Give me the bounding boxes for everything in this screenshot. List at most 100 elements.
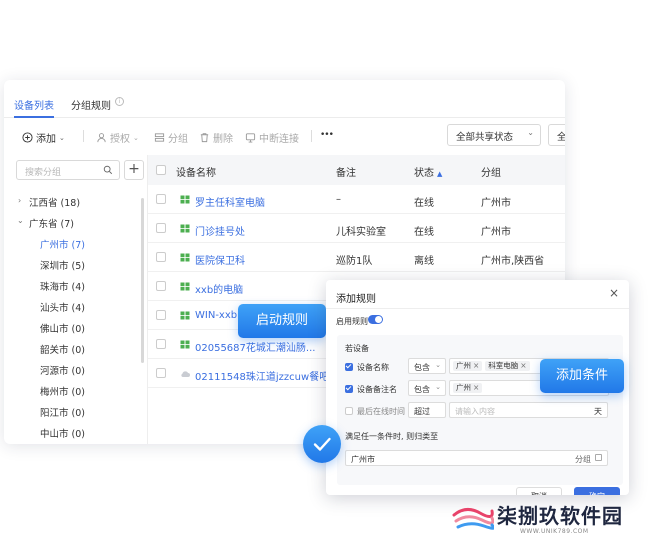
column-header-status[interactable]: 状态 ▲ <box>414 164 442 179</box>
sort-icon[interactable]: ▲ <box>437 170 442 178</box>
cancel-button[interactable]: 取消 <box>516 487 562 495</box>
more-button[interactable]: ••• <box>320 130 334 140</box>
table-row[interactable]: 医院保卫科 巡防1队 离线 广州市,陕西省 <box>148 243 565 272</box>
add-group-button[interactable]: + <box>124 160 144 180</box>
dialog-divider <box>326 308 629 309</box>
tab-group-rules[interactable]: 分组规则 <box>71 97 111 112</box>
group-icon <box>154 133 165 142</box>
watermark-logo-icon <box>452 508 494 530</box>
confirm-button[interactable]: 确定 <box>574 487 620 495</box>
extra-filter-value: 全 <box>557 132 565 143</box>
tag-remove-icon[interactable]: × <box>473 361 479 370</box>
device-name-link[interactable]: xxb的电脑 <box>195 281 243 296</box>
device-name-link[interactable]: 02111548珠江道jzzcuw餐吧 <box>195 368 329 383</box>
tree-item-city[interactable]: 汕头市 (4) <box>40 300 85 314</box>
tree-item-city[interactable]: 深圳市 (5) <box>40 258 85 272</box>
search-icon[interactable] <box>103 165 113 175</box>
device-name-link[interactable]: 门诊挂号处 <box>195 223 245 238</box>
extra-filter-select[interactable]: 全 <box>548 124 565 146</box>
tree-item-city[interactable]: 阳江市 (0) <box>40 405 85 419</box>
condition-value-input[interactable]: 请输入内容 天 <box>449 402 608 418</box>
info-icon[interactable]: i <box>115 97 124 106</box>
close-icon[interactable]: × <box>609 286 619 300</box>
row-checkbox[interactable] <box>156 281 166 291</box>
device-name-link[interactable]: 02055687花城汇潮汕肠... <box>195 339 315 354</box>
enable-rule-toggle[interactable] <box>368 315 383 324</box>
tag-remove-icon[interactable]: × <box>520 361 526 370</box>
condition-operator-value: 超过 <box>414 407 430 416</box>
authorize-button-label: 授权 <box>110 134 130 145</box>
device-remark: – <box>336 194 341 205</box>
target-group-select[interactable]: 广州市 分组 <box>345 450 608 466</box>
screenshot-stage: 设备列表 分组规则 i 添加 ⌄ 授权 ⌄ 分组 删除 中断连接 ••• 全部共… <box>0 0 650 543</box>
chevron-down-icon: ⌄ <box>435 383 441 391</box>
tag-label: 广州 <box>456 383 471 392</box>
column-header-name[interactable]: 设备名称 <box>176 164 216 179</box>
chevron-down-icon: ⌄ <box>527 128 534 137</box>
condition-checkbox[interactable] <box>345 407 353 415</box>
row-checkbox[interactable] <box>156 310 166 320</box>
tree-item-city[interactable]: 韶关市 (0) <box>40 342 85 356</box>
value-tag: 广州 × <box>453 383 483 393</box>
unit-label: 天 <box>594 407 602 416</box>
start-rule-callout: 启动规则 <box>238 304 326 338</box>
device-remark: 巡防1队 <box>336 256 373 267</box>
row-checkbox[interactable] <box>156 252 166 262</box>
delete-button[interactable]: 删除 <box>199 130 233 145</box>
row-checkbox[interactable] <box>156 339 166 349</box>
disconnect-button[interactable]: 中断连接 <box>245 130 299 145</box>
then-label: 满足任一条件时, 则归类至 <box>345 432 439 441</box>
add-button[interactable]: 添加 ⌄ <box>22 130 65 145</box>
share-status-select[interactable]: 全部共享状态 ⌄ <box>447 124 541 146</box>
column-header-status-label: 状态 <box>414 168 434 179</box>
device-status: 离线 <box>414 256 434 267</box>
table-row[interactable]: 门诊挂号处 儿科实验室 在线 广州市 <box>148 214 565 243</box>
tree-item-city[interactable]: 梅州市 (0) <box>40 384 85 398</box>
watermark-name: 柒捌玖软件园 <box>497 504 623 528</box>
tree-item-city[interactable]: 河源市 (0) <box>40 363 85 377</box>
condition-checkbox[interactable] <box>345 385 353 393</box>
condition-operator-select[interactable]: 超过 <box>408 402 446 418</box>
row-checkbox[interactable] <box>156 368 166 378</box>
row-checkbox[interactable] <box>156 223 166 233</box>
tab-device-list[interactable]: 设备列表 <box>14 97 54 112</box>
tree-item-city[interactable]: 佛山市 (0) <box>40 321 85 335</box>
device-remark: 儿科实验室 <box>336 227 386 238</box>
tree-item-jiangxi[interactable]: 江西省 (18) <box>29 195 80 209</box>
delete-button-label: 删除 <box>213 134 233 145</box>
chevron-right-icon[interactable]: › <box>18 196 21 205</box>
device-status: 在线 <box>414 198 434 209</box>
sidebar-scrollbar[interactable] <box>141 198 144 363</box>
device-name-link[interactable]: 罗主任科室电脑 <box>195 194 265 209</box>
column-header-group[interactable]: 分组 <box>481 164 501 179</box>
select-all-checkbox[interactable] <box>156 165 166 175</box>
device-name-link[interactable]: WIN-xxb <box>195 310 237 321</box>
tag-remove-icon[interactable]: × <box>473 383 479 392</box>
authorize-button[interactable]: 授权 ⌄ <box>96 130 139 145</box>
condition-operator-select[interactable]: 包含 ⌄ <box>408 358 446 374</box>
toolbar-divider <box>311 130 312 142</box>
chevron-down-icon: ⌄ <box>435 361 441 369</box>
group-button[interactable]: 分组 <box>154 130 188 145</box>
device-name-link[interactable]: 医院保卫科 <box>195 252 245 267</box>
group-button-label: 分组 <box>168 134 188 145</box>
table-row[interactable]: 罗主任科室电脑 – 在线 广州市 <box>148 185 565 214</box>
condition-operator-value: 包含 <box>414 385 430 394</box>
row-checkbox[interactable] <box>156 194 166 204</box>
column-header-remark[interactable]: 备注 <box>336 164 356 179</box>
value-tag: 广州 × <box>453 361 483 371</box>
condition-value-placeholder: 请输入内容 <box>455 407 495 416</box>
group-search-input[interactable]: 搜索分组 <box>16 160 120 180</box>
tree-item-city[interactable]: 珠海市 (4) <box>40 279 85 293</box>
chevron-down-icon: ⌄ <box>59 133 65 142</box>
windows-icon <box>180 340 190 349</box>
tree-item-city[interactable]: 中山市 (0) <box>40 426 85 440</box>
tree-item-city[interactable]: 广州市 (7) <box>40 237 85 251</box>
condition-checkbox[interactable] <box>345 363 353 371</box>
condition-operator-select[interactable]: 包含 ⌄ <box>408 380 446 396</box>
disconnect-icon <box>245 133 256 143</box>
enable-rule-label: 启用规则 <box>336 317 368 326</box>
tree-item-guangdong[interactable]: 广东省 (7) <box>29 216 74 230</box>
if-device-label: 若设备 <box>345 344 369 353</box>
chevron-down-icon[interactable]: ⌄ <box>17 216 24 225</box>
